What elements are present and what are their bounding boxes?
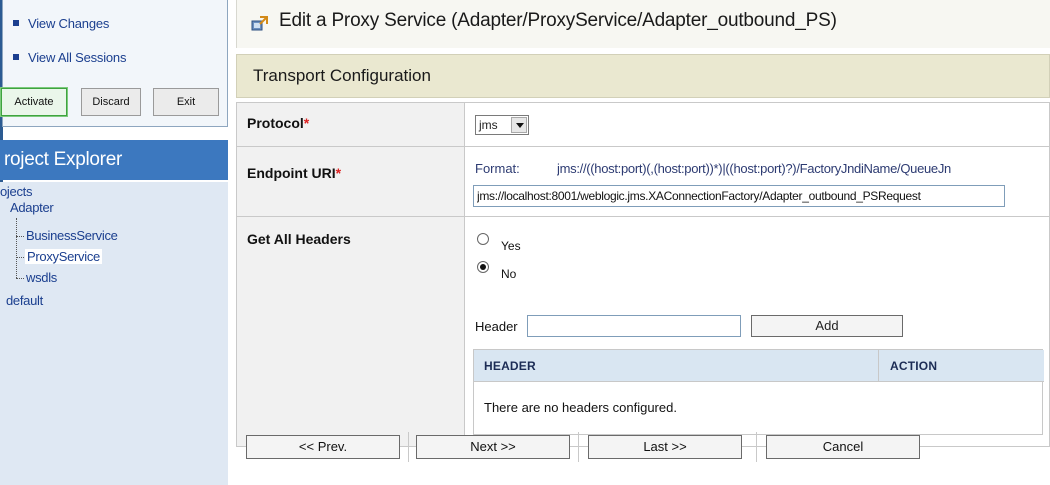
view-all-sessions-label: View All Sessions (28, 50, 127, 65)
get-all-headers-label: Get All Headers (247, 231, 351, 247)
endpoint-uri-label-cell: Endpoint URI* (236, 146, 465, 217)
column-divider (878, 350, 879, 382)
get-all-headers-row: Get All Headers Yes No Header Add HEADER… (236, 216, 1050, 447)
bullet-icon (13, 19, 19, 26)
chevron-down-icon[interactable] (511, 117, 527, 133)
last-button[interactable]: Last >> (588, 435, 742, 459)
no-radio-label: No (501, 267, 517, 281)
section-title: Transport Configuration (253, 66, 431, 85)
header-label: Header (475, 319, 518, 334)
section-bar: Transport Configuration (236, 54, 1050, 98)
endpoint-uri-value-cell: Format: jms://((host:port)(,(host:port))… (464, 146, 1050, 217)
tree-item-wsdls[interactable]: wsdls (26, 270, 57, 285)
column-header: HEADER (484, 359, 536, 373)
required-marker: * (335, 165, 342, 181)
format-text: jms://((host:port)(,(host:port))*)|((hos… (557, 161, 951, 176)
nav-divider (578, 432, 579, 462)
view-changes-label: View Changes (28, 16, 110, 31)
sidebar: View Changes View All Sessions Activate … (0, 0, 230, 485)
format-label: Format: (475, 161, 520, 176)
tree-item-proxyservice[interactable]: ProxyService (25, 249, 102, 264)
header-input[interactable] (527, 315, 741, 337)
bullet-icon (13, 53, 19, 60)
tree-connector (16, 257, 24, 258)
protocol-label: Protocol (247, 115, 304, 131)
headers-table-header: HEADER ACTION (474, 350, 1044, 382)
view-changes-link[interactable]: View Changes (13, 16, 109, 31)
tree-item-projects[interactable]: ojects (0, 184, 32, 199)
protocol-value-cell: jms (464, 102, 1050, 147)
protocol-row: Protocol* jms (236, 102, 1050, 147)
protocol-label-cell: Protocol* (236, 102, 465, 147)
view-all-sessions-link[interactable]: View All Sessions (13, 50, 126, 65)
empty-headers-message: There are no headers configured. (484, 400, 677, 415)
transport-config-table: Protocol* jms Endpoint URI* Format: jms:… (236, 102, 1050, 447)
discard-button[interactable]: Discard (81, 88, 141, 116)
required-marker: * (303, 115, 310, 131)
no-radio[interactable] (477, 261, 489, 273)
tree-item-default[interactable]: default (6, 293, 43, 308)
tree-connector (16, 278, 24, 279)
headers-table: HEADER ACTION There are no headers confi… (473, 349, 1044, 435)
endpoint-uri-label: Endpoint URI (247, 165, 336, 181)
prev-button[interactable]: << Prev. (246, 435, 400, 459)
cancel-button[interactable]: Cancel (766, 435, 920, 459)
protocol-select[interactable]: jms (475, 115, 529, 135)
project-explorer-title: roject Explorer (0, 140, 228, 180)
column-action: ACTION (890, 359, 938, 373)
tree-connector (16, 218, 17, 278)
yes-radio-label: Yes (501, 239, 521, 253)
get-all-headers-value-cell: Yes No Header Add HEADER ACTION There ar… (464, 216, 1050, 447)
tree-connector (16, 236, 24, 237)
protocol-select-value: jms (479, 118, 498, 132)
endpoint-uri-row: Endpoint URI* Format: jms://((host:port)… (236, 146, 1050, 217)
nav-divider (408, 432, 409, 462)
endpoint-uri-input[interactable] (473, 185, 1005, 207)
project-explorer-tree: ojects Adapter BusinessService ProxyServ… (0, 182, 228, 485)
page-title: Edit a Proxy Service (Adapter/ProxyServi… (279, 10, 837, 31)
get-all-headers-label-cell: Get All Headers (236, 216, 465, 447)
change-center-panel: View Changes View All Sessions Activate … (0, 0, 228, 127)
nav-divider (756, 432, 757, 462)
tree-item-adapter[interactable]: Adapter (10, 200, 54, 215)
exit-button[interactable]: Exit (153, 88, 219, 116)
yes-radio[interactable] (477, 233, 489, 245)
activate-button[interactable]: Activate (0, 87, 68, 117)
tree-item-businessservice[interactable]: BusinessService (26, 228, 118, 243)
page-header: Edit a Proxy Service (Adapter/ProxyServi… (236, 0, 1050, 48)
add-header-button[interactable]: Add (751, 315, 903, 337)
main-panel: Edit a Proxy Service (Adapter/ProxyServi… (236, 0, 1050, 485)
next-button[interactable]: Next >> (416, 435, 570, 459)
proxy-service-icon (251, 16, 268, 31)
